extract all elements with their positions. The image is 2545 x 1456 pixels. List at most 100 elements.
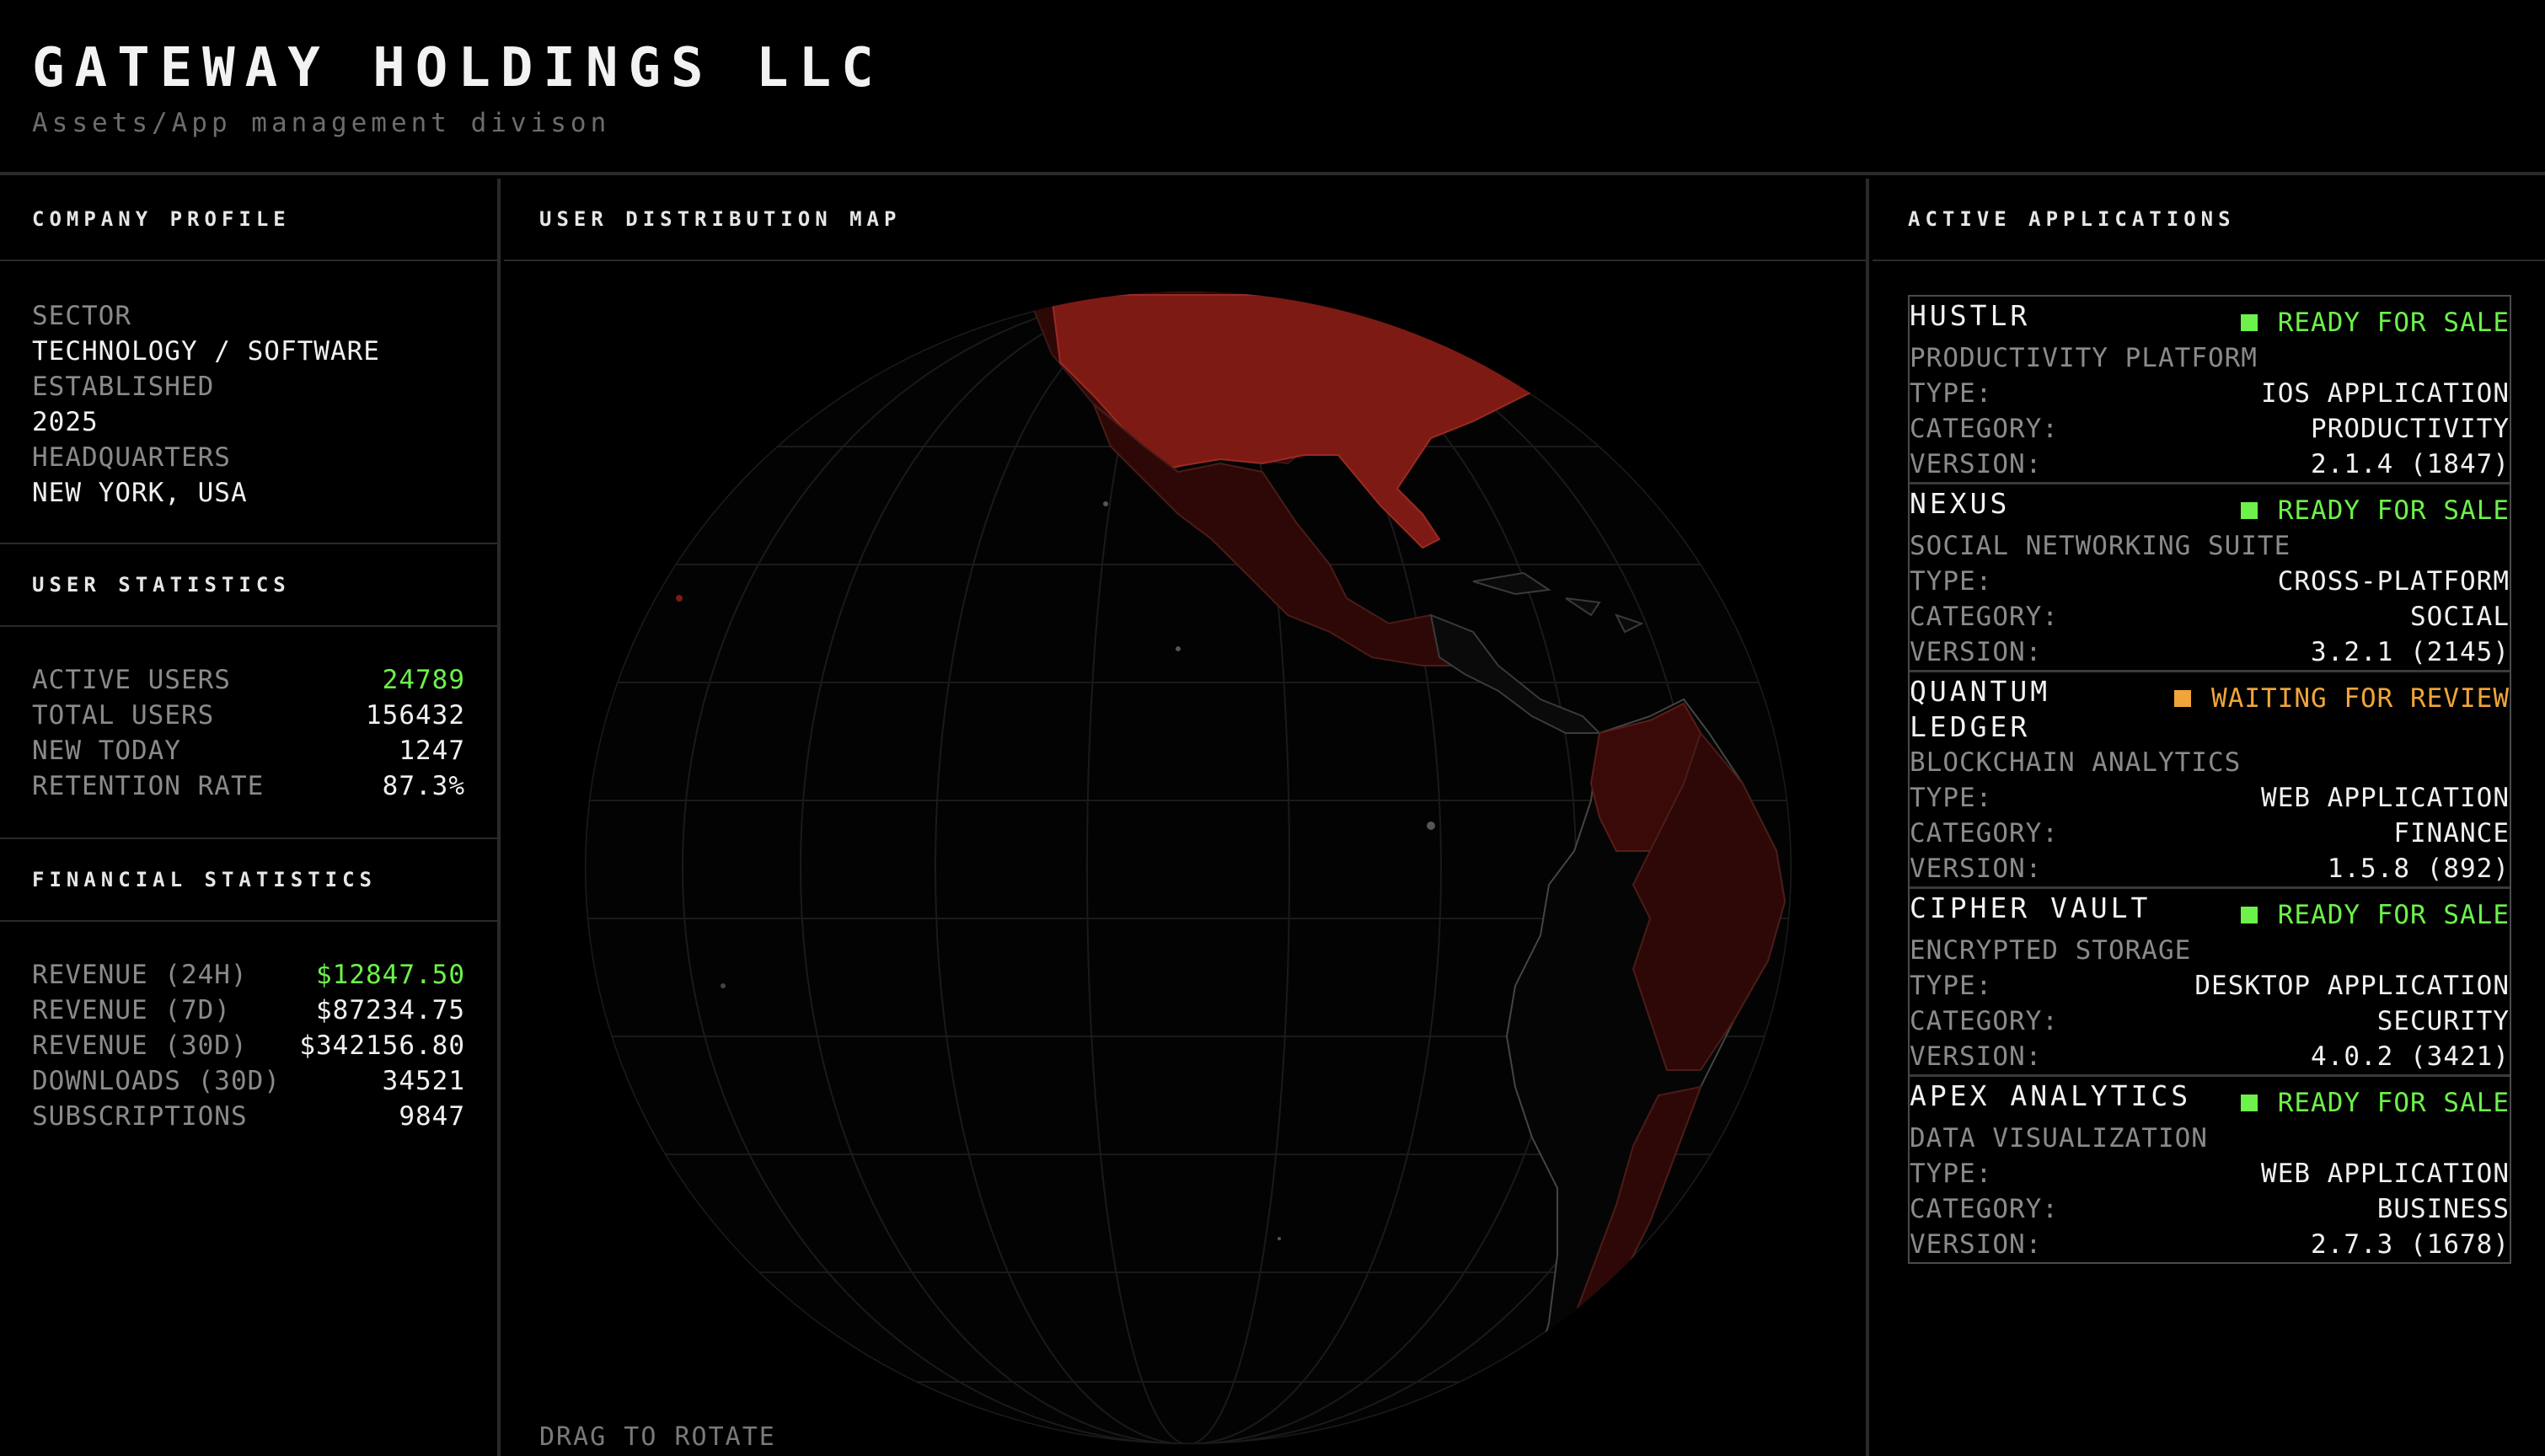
financial-statistics-heading: FINANCIAL STATISTICS bbox=[0, 839, 497, 922]
app-name: CIPHER VAULT bbox=[1910, 891, 2151, 924]
stat-label: SUBSCRIPTIONS bbox=[32, 1101, 248, 1132]
established-label: ESTABLISHED bbox=[32, 372, 215, 402]
app-card-quantum-ledger[interactable]: QUANTUM LEDGER WAITING FOR REVIEW BLOCKC… bbox=[1910, 672, 2510, 889]
stat-row: DOWNLOADS (30D) 34521 bbox=[32, 1063, 465, 1099]
app-status: READY FOR SALE bbox=[2240, 493, 2510, 528]
stat-label: RETENTION RATE bbox=[32, 771, 265, 801]
category-label: CATEGORY: bbox=[1910, 1194, 2059, 1224]
map-panel: USER DISTRIBUTION MAP DRAG TO ROTATE bbox=[504, 179, 1869, 1456]
version-value: 2.1.4 (1847) bbox=[2311, 449, 2510, 479]
version-label: VERSION: bbox=[1910, 1229, 2043, 1260]
downloads-30d-value: 34521 bbox=[382, 1066, 465, 1096]
left-sidebar: COMPANY PROFILE SECTOR TECHNOLOGY / SOFT… bbox=[0, 179, 501, 1456]
status-square-icon bbox=[2240, 314, 2258, 331]
type-value: WEB APPLICATION bbox=[2261, 1159, 2510, 1189]
financial-statistics-panel: REVENUE (24H) $12847.50 REVENUE (7D) $87… bbox=[0, 922, 497, 1134]
category-value: PRODUCTIVITY bbox=[2311, 414, 2510, 444]
app-card-nexus[interactable]: NEXUS READY FOR SALE SOCIAL NETWORKING S… bbox=[1910, 484, 2510, 672]
type-label: TYPE: bbox=[1910, 971, 1993, 1001]
user-distribution-map-heading: USER DISTRIBUTION MAP bbox=[504, 179, 1866, 261]
type-value: CROSS-PLATFORM bbox=[2277, 566, 2510, 597]
applications-list: HUSTLR READY FOR SALE PRODUCTIVITY PLATF… bbox=[1908, 295, 2511, 1264]
app-description: PRODUCTIVITY PLATFORM bbox=[1910, 343, 2258, 373]
stat-row: ACTIVE USERS 24789 bbox=[32, 662, 465, 698]
sector-label: SECTOR bbox=[32, 301, 131, 331]
island-dot bbox=[1103, 501, 1108, 506]
type-label: TYPE: bbox=[1910, 566, 1993, 597]
app-description: SOCIAL NETWORKING SUITE bbox=[1910, 531, 2291, 561]
company-profile-panel: SECTOR TECHNOLOGY / SOFTWARE ESTABLISHED… bbox=[0, 261, 497, 543]
category-label: CATEGORY: bbox=[1910, 818, 2059, 848]
version-label: VERSION: bbox=[1910, 854, 2043, 884]
version-label: VERSION: bbox=[1910, 1041, 2043, 1072]
status-square-icon bbox=[2174, 690, 2192, 707]
user-statistics-heading: USER STATISTICS bbox=[0, 544, 497, 627]
headquarters-value: NEW YORK, USA bbox=[32, 478, 248, 508]
globe-body bbox=[585, 292, 1792, 1444]
status-label: READY FOR SALE bbox=[2277, 495, 2510, 526]
revenue-7d-value: $87234.75 bbox=[316, 995, 465, 1025]
app-name: HUSTLR bbox=[1910, 299, 2031, 332]
status-label: WAITING FOR REVIEW bbox=[2211, 683, 2510, 714]
status-square-icon bbox=[2240, 502, 2258, 519]
app-status: READY FOR SALE bbox=[2240, 1085, 2510, 1121]
total-users-value: 156432 bbox=[366, 700, 465, 731]
stat-label: REVENUE (30D) bbox=[32, 1030, 248, 1061]
version-label: VERSION: bbox=[1910, 637, 2043, 667]
category-value: SOCIAL bbox=[2410, 602, 2510, 632]
stat-label: TOTAL USERS bbox=[32, 700, 215, 731]
app-card-cipher-vault[interactable]: CIPHER VAULT READY FOR SALE ENCRYPTED ST… bbox=[1910, 889, 2510, 1077]
category-label: CATEGORY: bbox=[1910, 414, 2059, 444]
island-dot bbox=[1427, 822, 1435, 830]
type-label: TYPE: bbox=[1910, 378, 1993, 409]
stat-label: REVENUE (7D) bbox=[32, 995, 231, 1025]
sector-value: TECHNOLOGY / SOFTWARE bbox=[32, 336, 380, 367]
app-card-hustlr[interactable]: HUSTLR READY FOR SALE PRODUCTIVITY PLATF… bbox=[1910, 297, 2510, 484]
category-value: SECURITY bbox=[2376, 1006, 2510, 1036]
stat-row: RETENTION RATE 87.3% bbox=[32, 768, 465, 804]
status-square-icon bbox=[2240, 907, 2258, 923]
status-label: READY FOR SALE bbox=[2277, 1088, 2510, 1118]
island-dot bbox=[676, 595, 683, 602]
page-header: GATEWAY HOLDINGS LLC Assets/App manageme… bbox=[0, 0, 2545, 175]
active-users-value: 24789 bbox=[382, 665, 465, 695]
globe-map[interactable] bbox=[504, 261, 1866, 1456]
stat-label: REVENUE (24H) bbox=[32, 960, 248, 990]
app-status: WAITING FOR REVIEW bbox=[2174, 681, 2510, 716]
page-subtitle: Assets/App management divison bbox=[32, 108, 611, 138]
stat-row: REVENUE (30D) $342156.80 bbox=[32, 1028, 465, 1063]
app-description: ENCRYPTED STORAGE bbox=[1910, 935, 2192, 966]
revenue-24h-value: $12847.50 bbox=[316, 960, 465, 990]
app-description: BLOCKCHAIN ANALYTICS bbox=[1910, 747, 2242, 778]
drag-to-rotate-hint: DRAG TO ROTATE bbox=[539, 1422, 776, 1452]
stat-row: TOTAL USERS 156432 bbox=[32, 698, 465, 733]
island-dot bbox=[721, 983, 726, 988]
type-value: IOS APPLICATION bbox=[2261, 378, 2510, 409]
status-square-icon bbox=[2240, 1095, 2258, 1111]
new-today-value: 1247 bbox=[399, 736, 465, 766]
applications-panel: ACTIVE APPLICATIONS HUSTLR READY FOR SAL… bbox=[1873, 179, 2545, 1456]
version-label: VERSION: bbox=[1910, 449, 2043, 479]
retention-rate-value: 87.3% bbox=[382, 771, 465, 801]
company-profile-heading: COMPANY PROFILE bbox=[0, 179, 497, 261]
type-label: TYPE: bbox=[1910, 1159, 1993, 1189]
map-area bbox=[504, 261, 1866, 1456]
stat-row: NEW TODAY 1247 bbox=[32, 733, 465, 768]
app-status: READY FOR SALE bbox=[2240, 897, 2510, 933]
stat-label: ACTIVE USERS bbox=[32, 665, 231, 695]
app-card-apex-analytics[interactable]: APEX ANALYTICS READY FOR SALE DATA VISUA… bbox=[1910, 1077, 2510, 1262]
status-label: READY FOR SALE bbox=[2277, 308, 2510, 338]
type-label: TYPE: bbox=[1910, 783, 1993, 813]
category-label: CATEGORY: bbox=[1910, 1006, 2059, 1036]
category-label: CATEGORY: bbox=[1910, 602, 2059, 632]
stat-label: DOWNLOADS (30D) bbox=[32, 1066, 281, 1096]
active-applications-heading: ACTIVE APPLICATIONS bbox=[1873, 179, 2545, 261]
app-name: QUANTUM LEDGER bbox=[1910, 675, 2051, 743]
status-label: READY FOR SALE bbox=[2277, 900, 2510, 930]
stat-row: REVENUE (24H) $12847.50 bbox=[32, 957, 465, 993]
established-value: 2025 bbox=[32, 407, 99, 437]
version-value: 4.0.2 (3421) bbox=[2311, 1041, 2510, 1072]
app-description: DATA VISUALIZATION bbox=[1910, 1123, 2208, 1154]
type-value: DESKTOP APPLICATION bbox=[2194, 971, 2510, 1001]
version-value: 2.7.3 (1678) bbox=[2311, 1229, 2510, 1260]
